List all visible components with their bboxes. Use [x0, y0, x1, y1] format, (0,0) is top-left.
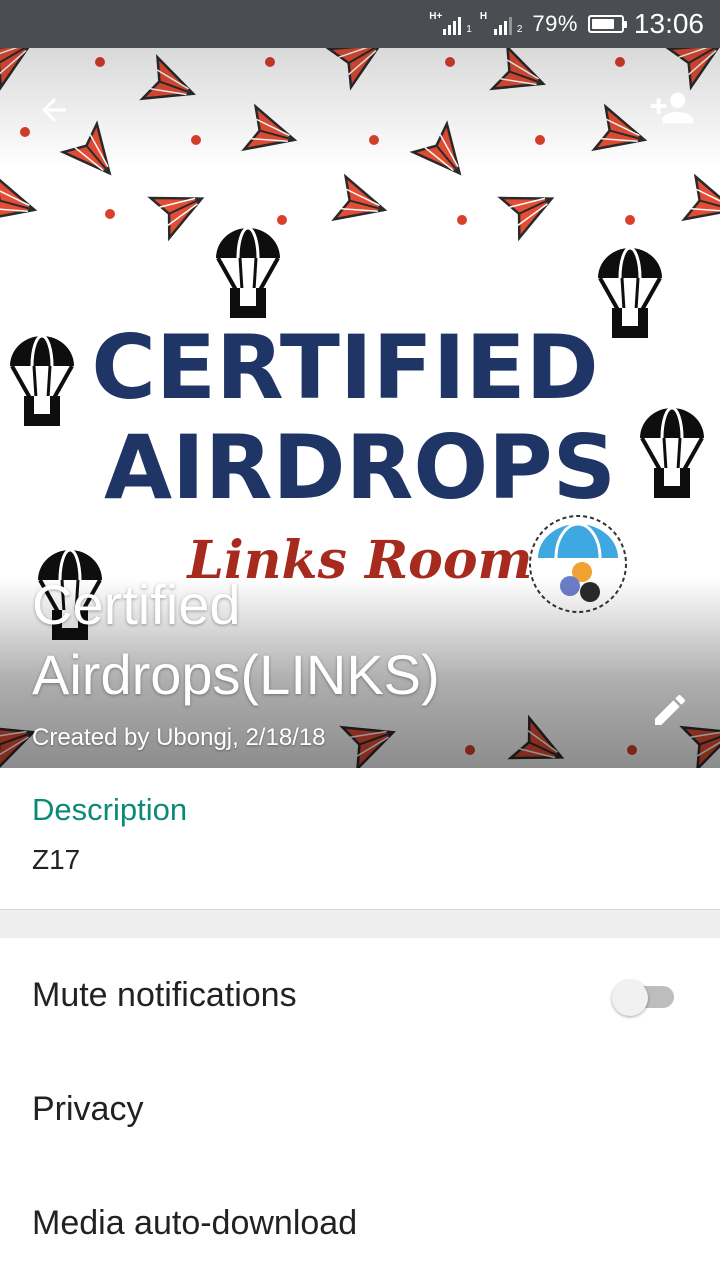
mute-notifications-row[interactable]: Mute notifications: [0, 938, 720, 1052]
sim1-index: 1: [466, 24, 472, 35]
description-label: Description: [32, 792, 188, 827]
clock: 13:06: [633, 8, 704, 39]
privacy-row[interactable]: Privacy: [0, 1052, 720, 1166]
group-header: CERTIFIED AIRDROPS Links Room Certified …: [0, 48, 720, 768]
mute-notifications-label: Mute notifications: [32, 975, 297, 1014]
section-divider: [0, 910, 720, 938]
pencil-icon[interactable]: [644, 684, 696, 736]
sim2-index: 2: [516, 24, 523, 35]
description-section[interactable]: Description Z17: [0, 768, 720, 910]
top-shade: [0, 48, 720, 168]
battery-icon: [587, 15, 627, 33]
sim2-network-type: H: [479, 11, 488, 22]
arrow-back-icon[interactable]: [28, 84, 80, 136]
created-by-text: Created by Ubongj, 2/18/18: [32, 724, 326, 751]
description-value: Z17: [32, 844, 81, 875]
settings-list: Mute notifications Privacy Media auto-do…: [0, 938, 720, 1280]
status-bar: H+ 1 H 2 79% 13:06: [0, 0, 720, 48]
person-add-icon[interactable]: [644, 80, 700, 136]
battery-percent: 79%: [532, 11, 578, 36]
media-auto-download-row[interactable]: Media auto-download: [0, 1166, 720, 1280]
privacy-label: Privacy: [32, 1089, 144, 1128]
mute-notifications-toggle[interactable]: [612, 980, 674, 1016]
sim1-signal-icon: H+ 1: [429, 11, 472, 35]
media-auto-download-label: Media auto-download: [32, 1203, 358, 1242]
sim2-signal-icon: H 2: [479, 11, 523, 35]
picture-title-line2: AIRDROPS: [104, 416, 616, 519]
group-name: Certified Airdrops(LINKS): [32, 573, 440, 706]
sim1-network-type: H+: [429, 11, 443, 22]
picture-title-line1: CERTIFIED: [91, 316, 598, 419]
